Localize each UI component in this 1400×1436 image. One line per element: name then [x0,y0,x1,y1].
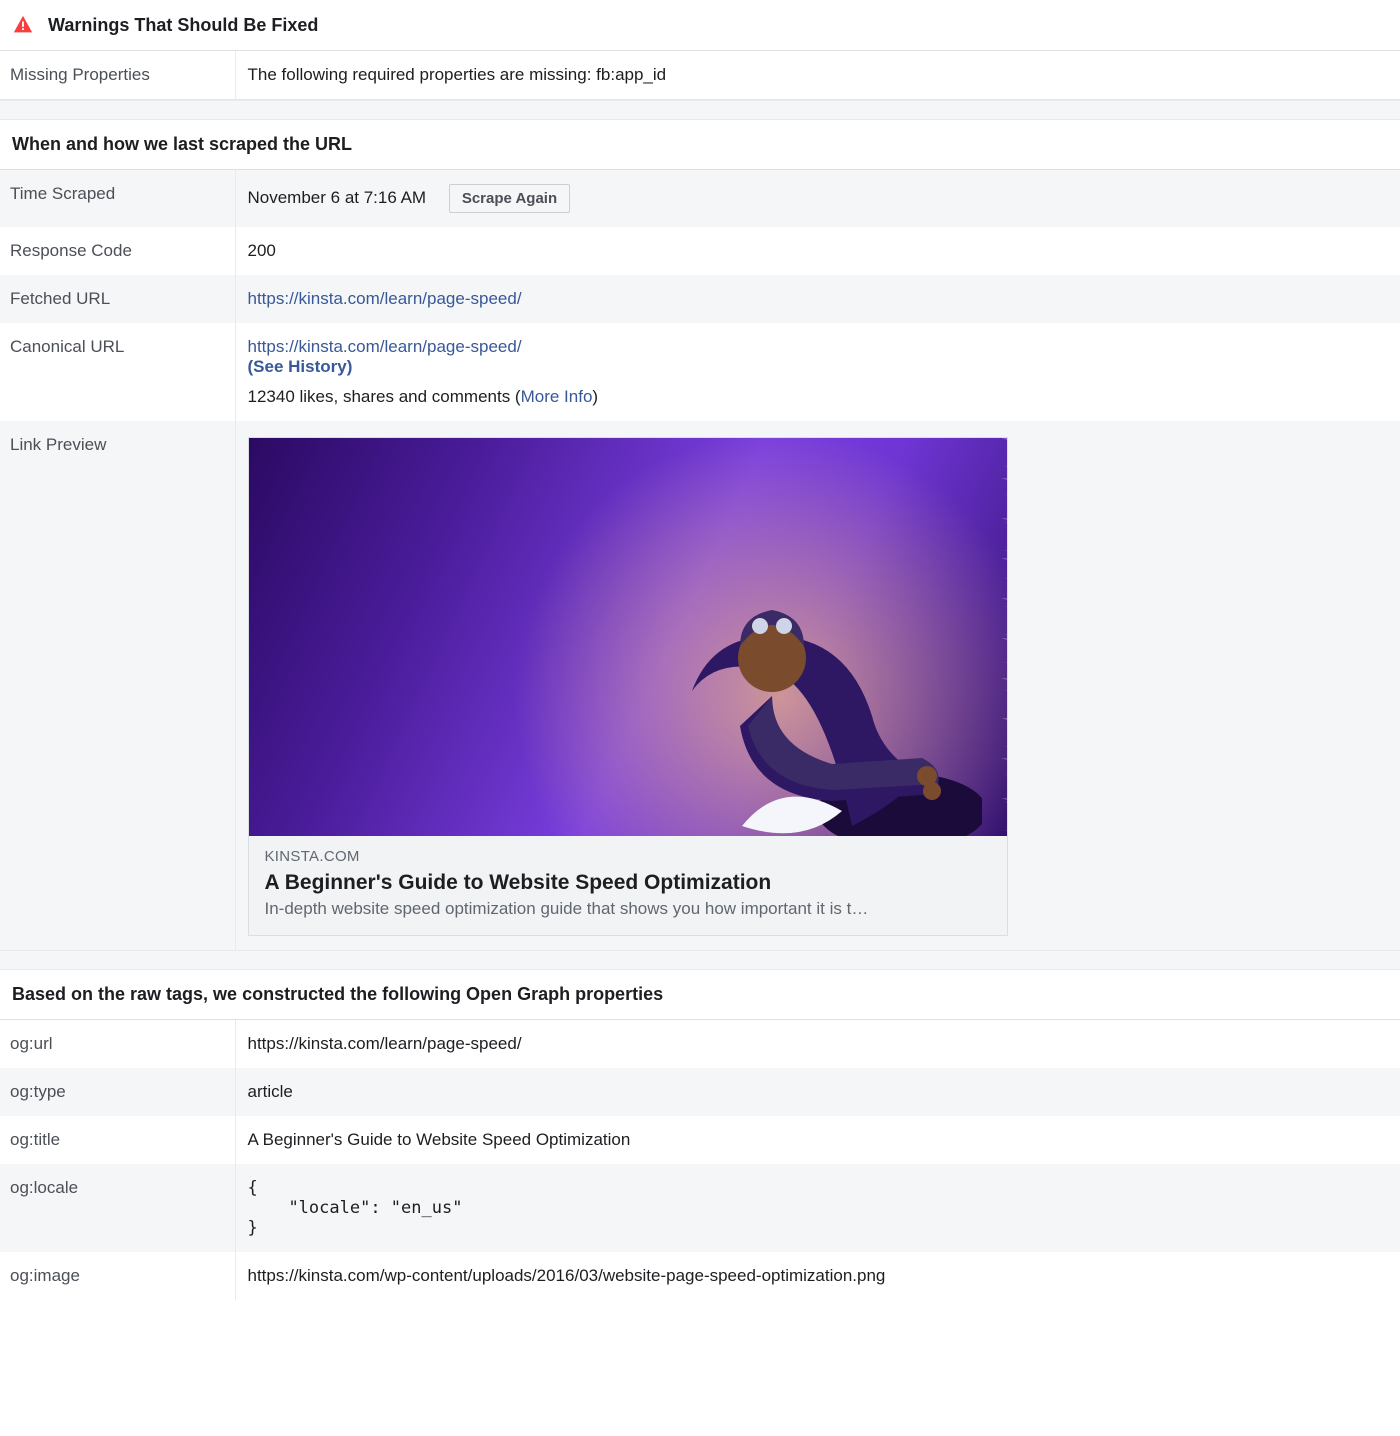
see-history-link[interactable]: (See History) [248,357,353,376]
warnings-header: Warnings That Should Be Fixed [0,0,1400,51]
table-row: Fetched URL https://kinsta.com/learn/pag… [0,275,1400,323]
warning-label: Missing Properties [0,51,235,100]
og-value: article [235,1068,1400,1116]
table-row: Canonical URL https://kinsta.com/learn/p… [0,323,1400,421]
preview-domain: KINSTA.COM [265,848,991,865]
time-scraped-value: November 6 at 7:16 AM [248,188,427,207]
response-code-label: Response Code [0,227,235,275]
og-key: og:title [0,1116,235,1164]
table-row: og:titleA Beginner's Guide to Website Sp… [0,1116,1400,1164]
og-value: https://kinsta.com/learn/page-speed/ [235,1020,1400,1068]
og-key: og:type [0,1068,235,1116]
canonical-url-label: Canonical URL [0,323,235,421]
link-preview-label: Link Preview [0,421,235,950]
scrape-header: When and how we last scraped the URL [0,120,1400,170]
section-gap [0,950,1400,970]
more-info-link[interactable]: More Info [521,387,593,406]
og-value: { "locale": "en_us" } [235,1164,1400,1252]
table-row: og:urlhttps://kinsta.com/learn/page-spee… [0,1020,1400,1068]
warnings-title: Warnings That Should Be Fixed [48,15,318,36]
table-row: og:locale{ "locale": "en_us" } [0,1164,1400,1252]
warning-text: The following required properties are mi… [235,51,1400,100]
og-header: Based on the raw tags, we constructed th… [0,970,1400,1020]
response-code-value: 200 [235,227,1400,275]
section-gap [0,100,1400,120]
engagement-text: 12340 likes, shares and comments ( [248,387,521,406]
og-value: https://kinsta.com/wp-content/uploads/20… [235,1252,1400,1300]
preview-title: A Beginner's Guide to Website Speed Opti… [265,871,991,895]
scrape-table: Time Scraped November 6 at 7:16 AM Scrap… [0,170,1400,950]
warnings-table: Missing Properties The following require… [0,51,1400,100]
og-key: og:url [0,1020,235,1068]
preview-image [249,438,1007,836]
preview-desc: In-depth website speed optimization guid… [265,899,991,919]
og-key: og:image [0,1252,235,1300]
warning-icon [12,14,34,36]
link-preview-card[interactable]: KINSTA.COM A Beginner's Guide to Website… [248,437,1008,936]
canonical-url-link[interactable]: https://kinsta.com/learn/page-speed/ [248,337,522,356]
og-table: og:urlhttps://kinsta.com/learn/page-spee… [0,1020,1400,1300]
og-key: og:locale [0,1164,235,1252]
table-row: Time Scraped November 6 at 7:16 AM Scrap… [0,170,1400,227]
fetched-url-link[interactable]: https://kinsta.com/learn/page-speed/ [248,289,522,308]
scrape-again-button[interactable]: Scrape Again [449,184,570,213]
og-title: Based on the raw tags, we constructed th… [12,984,663,1005]
scrape-title: When and how we last scraped the URL [12,134,352,155]
fetched-url-label: Fetched URL [0,275,235,323]
engagement-suffix: ) [592,387,598,406]
table-row: og:typearticle [0,1068,1400,1116]
table-row: og:imagehttps://kinsta.com/wp-content/up… [0,1252,1400,1300]
driver-illustration [622,576,982,836]
og-value: A Beginner's Guide to Website Speed Opti… [235,1116,1400,1164]
table-row: Response Code 200 [0,227,1400,275]
time-scraped-label: Time Scraped [0,170,235,227]
table-row: Link Preview [0,421,1400,950]
